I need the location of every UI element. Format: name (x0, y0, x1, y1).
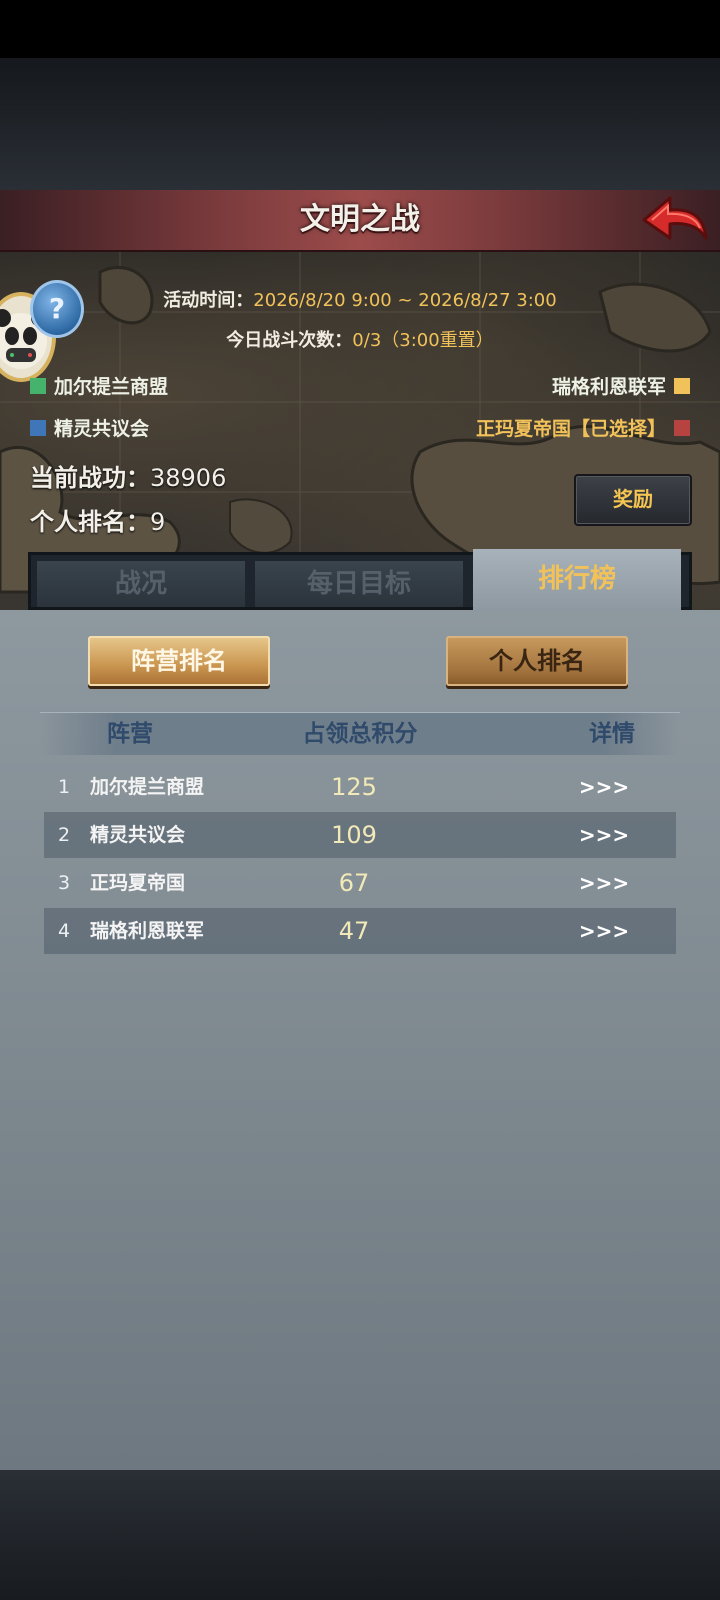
back-button[interactable] (640, 194, 710, 246)
tab-daily-goals[interactable]: 每日目标 (255, 561, 463, 607)
tab-leaderboard[interactable]: 排行榜 (473, 549, 681, 613)
status-bar (0, 0, 720, 58)
personal-ranking-button[interactable]: 个人排名 (446, 636, 628, 686)
faction-name: 加尔提兰商盟 (54, 376, 169, 398)
table-row: 2 精灵共议会 109 >>> (44, 812, 676, 858)
faction-name: 瑞格利恩联军 (551, 376, 666, 398)
rank-label: 个人排名： (30, 508, 150, 536)
event-time-value: 2026/8/20 9:00 ~ 2026/8/27 3:00 (253, 290, 557, 311)
row-detail-link[interactable]: >>> (564, 812, 644, 858)
bottom-background (0, 1470, 720, 1600)
row-detail-link[interactable]: >>> (564, 860, 644, 906)
tab-battle-status[interactable]: 战况 (37, 561, 245, 607)
row-detail-link[interactable]: >>> (564, 764, 644, 810)
row-faction-name: 加尔提兰商盟 (90, 776, 205, 798)
row-faction-name: 正玛夏帝国 (90, 872, 186, 894)
column-header-score: 占领总积分 (302, 721, 418, 747)
event-time: 活动时间：2026/8/20 9:00 ~ 2026/8/27 3:00 (0, 286, 720, 312)
merit-label: 当前战功： (30, 464, 150, 492)
title-bar: 文明之战 (0, 190, 720, 252)
row-score: 125 (331, 773, 377, 801)
table-row: 4 瑞格利恩联军 47 >>> (44, 908, 676, 954)
faction-legend-galtilan: 加尔提兰商盟 (30, 372, 168, 399)
reward-button[interactable]: 奖励 (574, 474, 692, 526)
current-merit: 当前战功：38906 (30, 458, 226, 493)
row-rank: 1 (57, 776, 71, 798)
battle-count-label: 今日战斗次数： (226, 330, 353, 351)
page-title: 文明之战 (300, 202, 420, 237)
column-header-detail: 详情 (589, 721, 635, 747)
row-faction-name: 瑞格利恩联军 (90, 920, 205, 942)
row-score: 109 (331, 821, 377, 849)
row-rank: 4 (57, 920, 71, 942)
faction-ranking-button[interactable]: 阵营排名 (88, 636, 270, 686)
event-time-label: 活动时间： (163, 290, 254, 311)
personal-rank: 个人排名：9 (30, 502, 165, 537)
table-row: 3 正玛夏帝国 67 >>> (44, 860, 676, 906)
faction-color-swatch (674, 377, 690, 394)
tab-bar: 战况 每日目标 排行榜 (28, 549, 692, 613)
row-score: 47 (338, 917, 370, 945)
merit-value: 38906 (150, 464, 227, 492)
battle-count-value: 0/3（3:00重置） (352, 330, 494, 351)
faction-legend-rigelion: 瑞格利恩联军 (552, 372, 690, 399)
table-row: 1 加尔提兰商盟 125 >>> (44, 764, 676, 810)
back-arrow-icon (642, 196, 708, 240)
row-detail-link[interactable]: >>> (564, 908, 644, 954)
daily-battle-count: 今日战斗次数：0/3（3:00重置） (0, 326, 720, 352)
faction-color-swatch (30, 419, 46, 436)
faction-name: 正玛夏帝国【已选择】 (475, 418, 666, 440)
faction-color-swatch (674, 419, 690, 436)
column-header-faction: 阵营 (107, 721, 153, 747)
table-header: 阵营 占领总积分 详情 (40, 712, 680, 755)
faction-color-swatch (30, 377, 46, 394)
row-score: 67 (338, 869, 370, 897)
row-rank: 3 (57, 872, 71, 894)
faction-legend-elf: 精灵共议会 (30, 414, 149, 441)
row-rank: 2 (57, 824, 71, 846)
faction-name: 精灵共议会 (54, 418, 150, 440)
top-background (0, 58, 720, 190)
row-faction-name: 精灵共议会 (90, 824, 186, 846)
faction-legend-zhengmaxia: 正玛夏帝国【已选择】 (476, 414, 690, 441)
rank-value: 9 (150, 508, 166, 536)
